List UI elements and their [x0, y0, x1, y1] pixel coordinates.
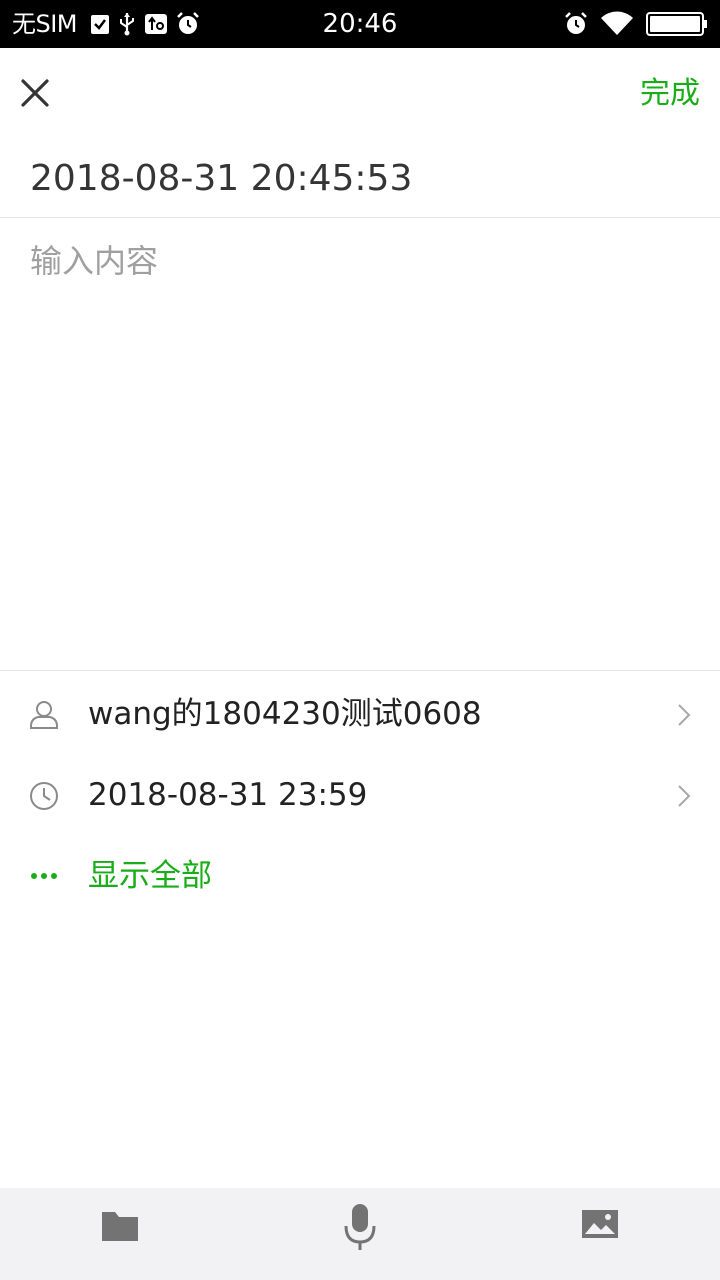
- battery-icon: [646, 11, 708, 37]
- divider: [0, 670, 720, 671]
- done-button[interactable]: 完成: [640, 74, 700, 114]
- status-bar: 无SIM 20:46: [0, 0, 720, 48]
- image-icon: [582, 1210, 618, 1238]
- microphone-icon: [344, 1204, 376, 1250]
- alarm-icon: [564, 12, 588, 36]
- chevron-right-icon: [676, 702, 692, 728]
- header: 完成: [0, 48, 720, 140]
- status-right-icons: [564, 11, 708, 37]
- folder-button[interactable]: [92, 1208, 148, 1260]
- image-button[interactable]: [572, 1208, 628, 1260]
- clock-icon: [28, 780, 60, 812]
- wifi-icon: [600, 11, 634, 37]
- chevron-right-icon: [676, 783, 692, 809]
- person-icon: [28, 699, 60, 731]
- content-input[interactable]: [30, 238, 690, 638]
- show-all-label: 显示全部: [88, 858, 212, 894]
- close-icon: [21, 79, 49, 107]
- note-title-date[interactable]: 2018-08-31 20:45:53: [30, 156, 412, 202]
- assignee-label: wang的1804230测试0608: [88, 696, 482, 732]
- deadline-row[interactable]: 2018-08-31 23:59: [0, 755, 720, 835]
- microphone-button[interactable]: [332, 1204, 388, 1260]
- close-button[interactable]: [14, 72, 56, 114]
- more-dots-icon: [28, 860, 60, 892]
- assignee-row[interactable]: wang的1804230测试0608: [0, 674, 720, 754]
- bottom-toolbar: [0, 1188, 720, 1280]
- folder-icon: [102, 1212, 138, 1241]
- divider: [0, 217, 720, 218]
- deadline-label: 2018-08-31 23:59: [88, 777, 368, 813]
- show-all-button[interactable]: 显示全部: [0, 836, 720, 916]
